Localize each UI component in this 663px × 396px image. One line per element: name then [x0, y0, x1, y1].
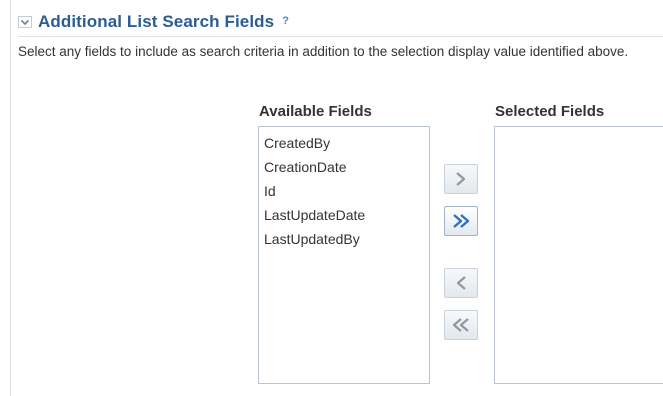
- available-field-item[interactable]: LastUpdatedBy: [264, 227, 429, 251]
- move-right-icon: [450, 169, 472, 189]
- remove-button[interactable]: [444, 268, 478, 298]
- move-all-right-icon: [450, 211, 472, 231]
- move-left-icon: [450, 273, 472, 293]
- section-header: Additional List Search Fields ?: [18, 10, 289, 34]
- available-field-item[interactable]: LastUpdateDate: [264, 203, 429, 227]
- move-all-left-icon: [450, 315, 472, 335]
- move-button[interactable]: [444, 164, 478, 194]
- left-border: [10, 0, 11, 396]
- additional-list-search-fields-page: Additional List Search Fields ? Select a…: [0, 0, 663, 396]
- chevron-down-icon[interactable]: [18, 15, 32, 29]
- section-divider: [18, 36, 663, 37]
- section-title: Additional List Search Fields: [38, 12, 275, 31]
- selected-fields-list[interactable]: [494, 126, 663, 384]
- available-fields-label: Available Fields: [259, 103, 372, 120]
- available-fields-list[interactable]: CreatedBy CreationDate Id LastUpdateDate…: [258, 126, 430, 384]
- available-field-item[interactable]: Id: [264, 179, 429, 203]
- remove-all-button[interactable]: [444, 310, 478, 340]
- move-all-button[interactable]: [444, 206, 478, 236]
- section-description: Select any fields to include as search c…: [18, 44, 629, 59]
- selected-fields-label: Selected Fields: [495, 103, 605, 120]
- help-icon[interactable]: ?: [282, 15, 289, 27]
- available-field-item[interactable]: CreatedBy: [264, 131, 429, 155]
- available-field-item[interactable]: CreationDate: [264, 155, 429, 179]
